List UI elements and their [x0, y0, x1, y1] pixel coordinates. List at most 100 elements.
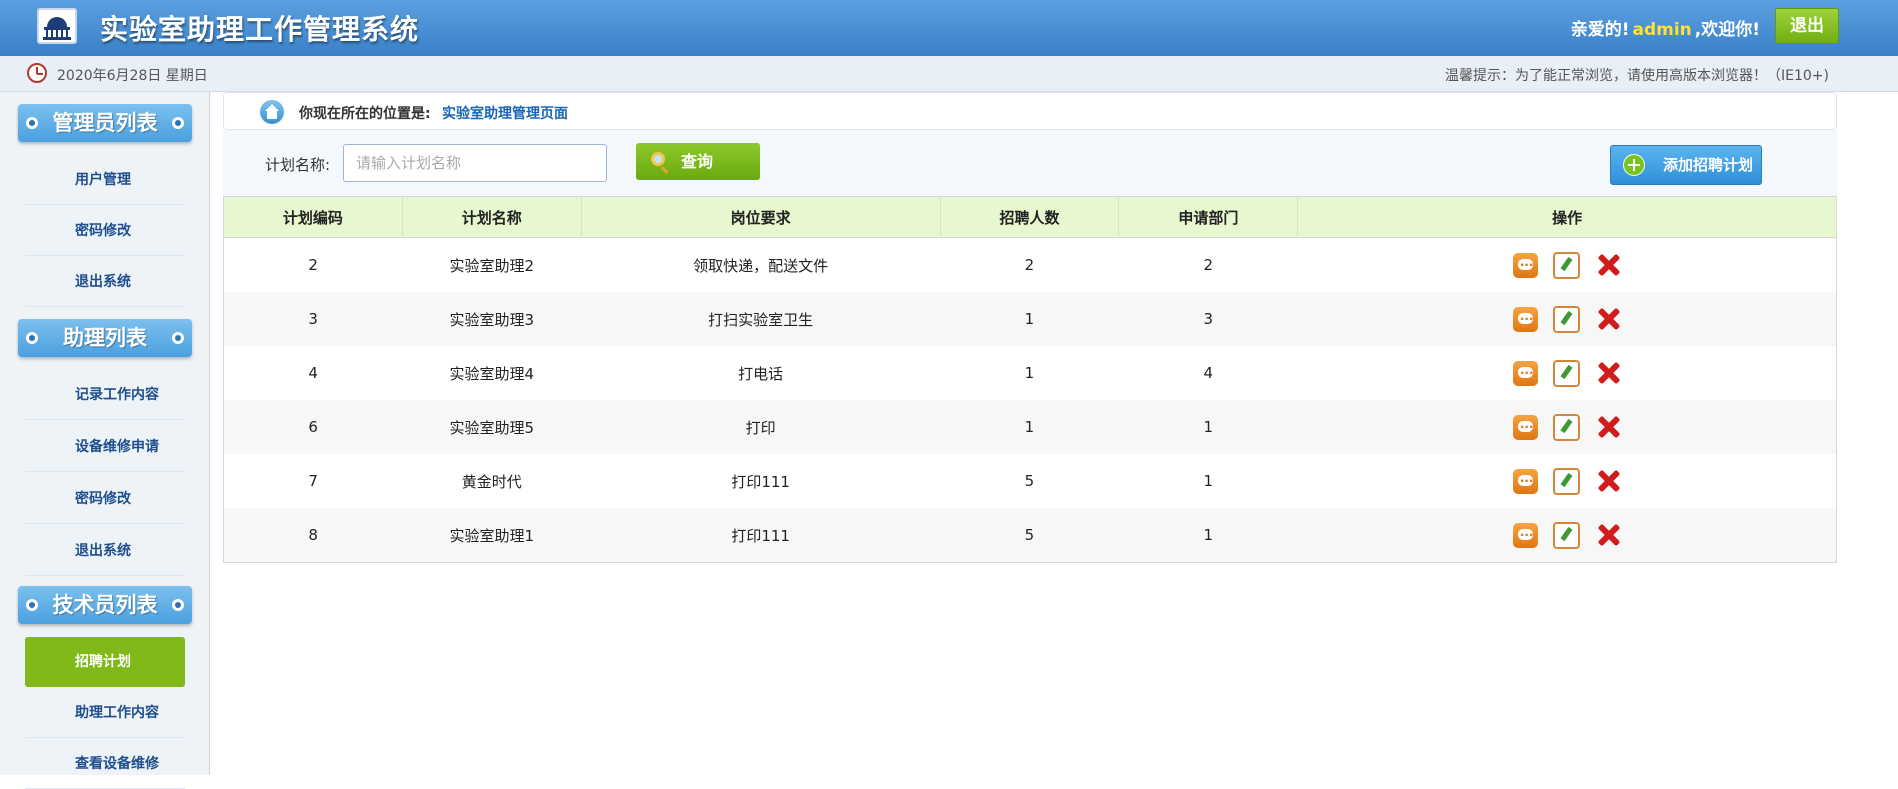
query-button[interactable]: 查询	[636, 143, 760, 180]
table-row: 6 实验室助理5 打印 1 1	[223, 400, 1837, 454]
sidebar-group-admin[interactable]: 管理员列表	[18, 104, 192, 142]
sidebar-item-assistant-work[interactable]: 助理工作内容	[25, 688, 185, 738]
column-header-actions: 操作	[1297, 196, 1837, 238]
greeting-suffix: ,欢迎你!	[1694, 20, 1760, 40]
message-icon[interactable]	[1512, 306, 1538, 332]
cell-actions	[1298, 346, 1837, 400]
table-row: 3 实验室助理3 打扫实验室卫生 1 3	[223, 292, 1837, 346]
cell-plan-name: 实验室助理3	[402, 292, 582, 346]
cell-department: 1	[1118, 400, 1298, 454]
sidebar-item-view-repairs[interactable]: 查看设备维修	[25, 739, 185, 789]
sidebar-item-change-password[interactable]: 密码修改	[25, 206, 185, 256]
cell-actions	[1297, 508, 1837, 563]
bullet-icon	[172, 599, 184, 611]
sidebar-item-recruitment-plan[interactable]: 招聘计划	[25, 637, 185, 687]
sidebar-item-logout[interactable]: 退出系统	[25, 526, 185, 576]
breadcrumb-label: 你现在所在的位置是:	[299, 106, 431, 122]
cell-requirements: 打印111	[581, 508, 941, 563]
cell-plan-code: 2	[308, 256, 318, 274]
delete-icon[interactable]	[1595, 306, 1621, 332]
cell-plan-code: 6	[223, 400, 403, 454]
cell-actions	[1298, 454, 1837, 508]
edit-icon[interactable]	[1552, 359, 1580, 387]
sidebar-group-title: 管理员列表	[52, 111, 158, 135]
column-header-plan-name: 计划名称	[402, 196, 582, 238]
sidebar-item-user-management[interactable]: 用户管理	[25, 155, 185, 205]
cell-department: 1	[1203, 472, 1214, 490]
recruitment-plan-table: 计划编码 计划名称 岗位要求 招聘人数 申请部门 操作 2 实验室助理2 领取快…	[223, 196, 1837, 563]
sidebar-item-repair-request[interactable]: 设备维修申请	[25, 422, 185, 472]
sidebar-item-logout[interactable]: 退出系统	[25, 257, 185, 307]
cell-department: 4	[1203, 364, 1214, 382]
cell-plan-code: 7	[308, 472, 318, 490]
sidebar-group-title: 助理列表	[63, 326, 147, 350]
current-date: 2020年6月28日 星期日	[57, 68, 208, 84]
edit-icon[interactable]	[1552, 521, 1580, 549]
breadcrumb-current-link[interactable]: 实验室助理管理页面	[442, 103, 568, 123]
sidebar-group-technician[interactable]: 技术员列表	[18, 586, 192, 624]
greeting: 亲爱的! admin ,欢迎你!	[1571, 15, 1760, 40]
username: admin	[1632, 20, 1692, 40]
sidebar: 管理员列表 用户管理 密码修改 退出系统 助理列表 记录工作内容 设备维修申请 …	[0, 92, 210, 789]
table-header-row: 计划编码 计划名称 岗位要求 招聘人数 申请部门 操作	[223, 196, 1837, 238]
browser-tip: 温馨提示：为了能正常浏览，请使用高版本浏览器！（IE10+)	[1445, 68, 1829, 84]
cell-headcount: 1	[940, 292, 1119, 346]
cell-actions	[1298, 238, 1837, 293]
cell-plan-code: 8	[223, 508, 403, 563]
cell-requirements: 打印	[581, 400, 941, 454]
table-row: 8 实验室助理1 打印111 5 1	[223, 508, 1837, 563]
cell-plan-name: 实验室助理2	[449, 256, 535, 275]
delete-icon[interactable]	[1595, 414, 1621, 440]
message-icon[interactable]	[1512, 360, 1538, 386]
edit-icon[interactable]	[1552, 413, 1580, 441]
message-icon[interactable]	[1512, 468, 1538, 494]
cell-actions	[1297, 292, 1837, 346]
top-header: 实验室助理工作管理系统 亲爱的! admin ,欢迎你! 退出	[0, 0, 1898, 56]
home-icon[interactable]	[260, 100, 284, 124]
plus-icon	[1623, 154, 1645, 176]
edit-icon[interactable]	[1552, 467, 1580, 495]
cell-headcount: 1	[940, 400, 1119, 454]
cell-plan-name: 实验室助理5	[402, 400, 582, 454]
cell-department: 1	[1118, 508, 1298, 563]
table-row: 4 实验室助理4 打电话 1 4	[224, 346, 1837, 400]
edit-icon[interactable]	[1552, 251, 1580, 279]
sidebar-item-record-work[interactable]: 记录工作内容	[25, 370, 185, 420]
sidebar-group-title: 技术员列表	[52, 593, 158, 617]
bullet-icon	[172, 332, 184, 344]
delete-icon[interactable]	[1595, 468, 1621, 494]
table-row: 2 实验室助理2 领取快递，配送文件 2 2	[224, 238, 1837, 293]
cell-headcount: 1	[1024, 364, 1035, 382]
delete-icon[interactable]	[1595, 252, 1621, 278]
greeting-prefix: 亲爱的!	[1570, 20, 1630, 40]
message-icon[interactable]	[1512, 414, 1538, 440]
app-title: 实验室助理工作管理系统	[100, 13, 420, 46]
edit-icon[interactable]	[1552, 305, 1580, 333]
add-recruitment-plan-button[interactable]: 添加招聘计划	[1610, 145, 1762, 185]
column-header-department: 申请部门	[1118, 196, 1299, 238]
cell-headcount: 2	[1024, 256, 1035, 274]
sidebar-item-change-password[interactable]: 密码修改	[25, 474, 185, 524]
bullet-icon	[26, 332, 38, 344]
delete-icon[interactable]	[1595, 360, 1621, 386]
bullet-icon	[172, 117, 184, 129]
cell-plan-name: 黄金时代	[461, 472, 522, 491]
sidebar-group-assistant[interactable]: 助理列表	[18, 319, 192, 357]
cell-plan-name: 实验室助理4	[449, 364, 535, 383]
delete-icon[interactable]	[1595, 522, 1621, 548]
plan-name-label: 计划名称:	[265, 156, 331, 174]
message-icon[interactable]	[1512, 522, 1538, 548]
search-icon	[651, 152, 665, 166]
cell-requirements: 领取快递，配送文件	[693, 256, 829, 275]
plan-name-input[interactable]	[343, 144, 607, 182]
message-icon[interactable]	[1512, 252, 1538, 278]
cell-department: 2	[1203, 256, 1214, 274]
clock-icon	[27, 63, 47, 83]
cell-plan-name: 实验室助理1	[402, 508, 582, 563]
cell-requirements: 打电话	[738, 364, 784, 383]
logout-button[interactable]: 退出	[1775, 8, 1839, 44]
cell-headcount: 5	[940, 508, 1119, 563]
breadcrumb: 你现在所在的位置是: 实验室助理管理页面	[223, 92, 1837, 130]
info-bar: 2020年6月28日 星期日 温馨提示：为了能正常浏览，请使用高版本浏览器！（I…	[0, 56, 1898, 92]
cell-plan-code: 3	[223, 292, 403, 346]
